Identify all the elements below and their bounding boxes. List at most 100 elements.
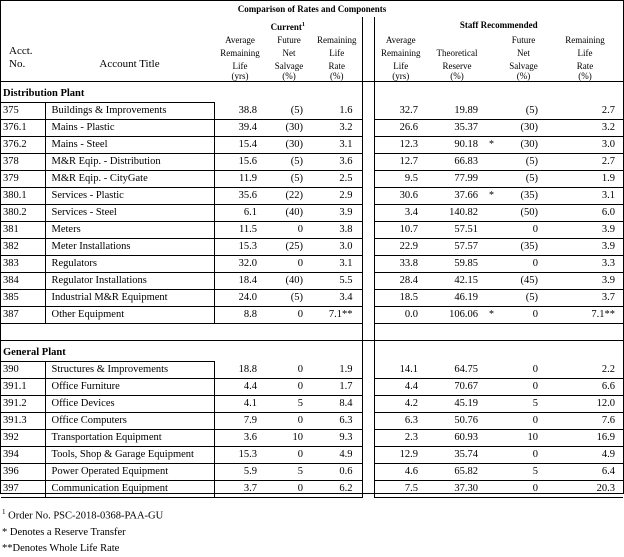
reserve-transfer-mark: * xyxy=(487,306,500,324)
table-row: 380.2 Services - Steel 6.1 (40) 3.9 3.4 140.82… xyxy=(1,204,623,222)
rates-comparison-sheet: Comparison of Rates and Components Curre… xyxy=(0,0,624,498)
header-current-col: Remaining xyxy=(220,48,260,58)
staff-rate-cell: 12.0 xyxy=(547,395,623,413)
account-title-cell: Office Computers xyxy=(45,412,215,430)
staff-reserve-cell: 60.93 xyxy=(427,429,487,447)
header-staff-col xyxy=(427,35,487,45)
current-value-cell: 39.4 xyxy=(214,119,266,137)
acct-no-cell: 381 xyxy=(1,221,46,239)
table-row: 383 Regulators 32.0 0 3.1 33.8 59.85 0 3.3 xyxy=(1,255,623,273)
table-row: 387 Other Equipment 8.8 0 7.1** 0.0 106.06 * 0 7.… xyxy=(1,306,623,324)
staff-reserve-cell: 106.06 xyxy=(427,306,487,324)
current-value-cell: 4.9 xyxy=(312,446,362,464)
current-value-cell: 0 xyxy=(266,480,312,498)
acct-no-cell: 380.2 xyxy=(1,204,46,222)
staff-rate-cell: 2.7 xyxy=(547,153,623,171)
staff-salvage-cell: 0 xyxy=(500,378,547,396)
reserve-transfer-mark xyxy=(487,238,500,256)
table-row: 391.3 Office Computers 7.9 0 6.3 6.3 50.76 0 7.6 xyxy=(1,412,623,430)
reserve-transfer-mark xyxy=(487,255,500,273)
current-value-cell: (30) xyxy=(266,119,312,137)
staff-salvage-cell: 0 xyxy=(500,255,547,273)
table-row: 384 Regulator Installations 18.4 (40) 5.5 28.… xyxy=(1,272,623,290)
current-value-cell: 1.7 xyxy=(312,378,362,396)
acct-no-cell: 385 xyxy=(1,289,46,307)
header-staff-col: Future xyxy=(511,35,536,45)
current-value-cell: 0 xyxy=(266,221,312,239)
section-heading: Distribution Plant xyxy=(1,86,214,103)
account-title-cell: Office Furniture xyxy=(45,378,215,396)
staff-life-cell: 14.1 xyxy=(374,361,427,379)
staff-salvage-cell: (35) xyxy=(500,187,547,205)
current-value-cell: 10 xyxy=(266,429,312,447)
table-row: 394 Tools, Shop & Garage Equipment 15.3 0 4.… xyxy=(1,446,623,464)
header-account-title xyxy=(45,45,214,58)
staff-rate-cell: 1.9 xyxy=(547,170,623,188)
table-row: 391.1 Office Furniture 4.4 0 1.7 4.4 70.67 0 6.6 xyxy=(1,378,623,396)
current-value-cell: 11.9 xyxy=(214,170,266,188)
account-title-cell: Tools, Shop & Garage Equipment xyxy=(45,446,215,464)
header-current-col: Remaining xyxy=(317,35,357,45)
current-value-cell: 3.1 xyxy=(312,136,362,154)
acct-no-cell: 397 xyxy=(1,480,46,498)
staff-salvage-cell: 5 xyxy=(500,463,547,481)
acct-no-cell: 379 xyxy=(1,170,46,188)
staff-rate-cell: 3.2 xyxy=(547,119,623,137)
reserve-transfer-mark xyxy=(487,221,500,239)
staff-salvage-cell: (30) xyxy=(500,119,547,137)
current-value-cell: 7.1** xyxy=(312,306,362,324)
current-value-cell: 24.0 xyxy=(214,289,266,307)
reserve-transfer-mark xyxy=(487,204,500,222)
reserve-transfer-mark xyxy=(487,395,500,413)
current-value-cell: 9.3 xyxy=(312,429,362,447)
staff-reserve-cell: 57.51 xyxy=(427,221,487,239)
staff-reserve-cell: 45.19 xyxy=(427,395,487,413)
current-value-cell: (25) xyxy=(266,238,312,256)
current-value-cell: 3.9 xyxy=(312,204,362,222)
account-title-cell: M&R Eqip. - Distribution xyxy=(45,153,215,171)
staff-life-cell: 32.7 xyxy=(374,102,427,120)
staff-life-cell: 0.0 xyxy=(374,306,427,324)
header-acct-no xyxy=(1,35,45,45)
header-staff-col: Remaining xyxy=(381,48,421,58)
staff-reserve-cell: 19.89 xyxy=(427,102,487,120)
staff-salvage-cell: (30) xyxy=(500,136,547,154)
reserve-transfer-mark xyxy=(487,102,500,120)
reserve-transfer-mark xyxy=(487,119,500,137)
table-row: 392 Transportation Equipment 3.6 10 9.3 2.3 60… xyxy=(1,429,623,447)
staff-reserve-cell: 59.85 xyxy=(427,255,487,273)
staff-salvage-cell: (45) xyxy=(500,272,547,290)
current-value-cell: 4.1 xyxy=(214,395,266,413)
staff-reserve-cell: 140.82 xyxy=(427,204,487,222)
current-value-cell: 18.8 xyxy=(214,361,266,379)
header-staff-col: (%) xyxy=(450,71,464,81)
rates-comparison-table: Comparison of Rates and Components Curre… xyxy=(1,1,623,498)
table-row: 379 M&R Eqip. - CityGate 11.9 (5) 2.5 9.5 77.9… xyxy=(1,170,623,188)
staff-rate-cell: 3.7 xyxy=(547,289,623,307)
acct-no-cell: 394 xyxy=(1,446,46,464)
account-title-cell: Meter Installations xyxy=(45,238,215,256)
account-title-cell: Buildings & Improvements xyxy=(45,102,215,120)
acct-no-cell: 382 xyxy=(1,238,46,256)
staff-salvage-cell: (5) xyxy=(500,170,547,188)
acct-no-cell: 390 xyxy=(1,361,46,379)
current-value-cell: 3.8 xyxy=(312,221,362,239)
current-value-cell: 5 xyxy=(266,395,312,413)
current-value-cell: 11.5 xyxy=(214,221,266,239)
current-value-cell: 0 xyxy=(266,255,312,273)
account-title-cell: Meters xyxy=(45,221,215,239)
current-value-cell: 6.2 xyxy=(312,480,362,498)
staff-salvage-cell: (5) xyxy=(500,289,547,307)
reserve-transfer-mark xyxy=(487,378,500,396)
table-row: 385 Industrial M&R Equipment 24.0 (5) 3.4 18.… xyxy=(1,289,623,307)
staff-rate-cell: 3.9 xyxy=(547,238,623,256)
staff-salvage-cell: 0 xyxy=(500,361,547,379)
staff-reserve-cell: 90.18 xyxy=(427,136,487,154)
current-value-cell: 8.4 xyxy=(312,395,362,413)
acct-no-cell: 391.1 xyxy=(1,378,46,396)
staff-life-cell: 12.3 xyxy=(374,136,427,154)
header-current-col: (%) xyxy=(282,71,296,81)
header-acct-no: Acct. xyxy=(9,45,33,57)
reserve-transfer-mark xyxy=(487,429,500,447)
staff-salvage-cell: (5) xyxy=(500,102,547,120)
